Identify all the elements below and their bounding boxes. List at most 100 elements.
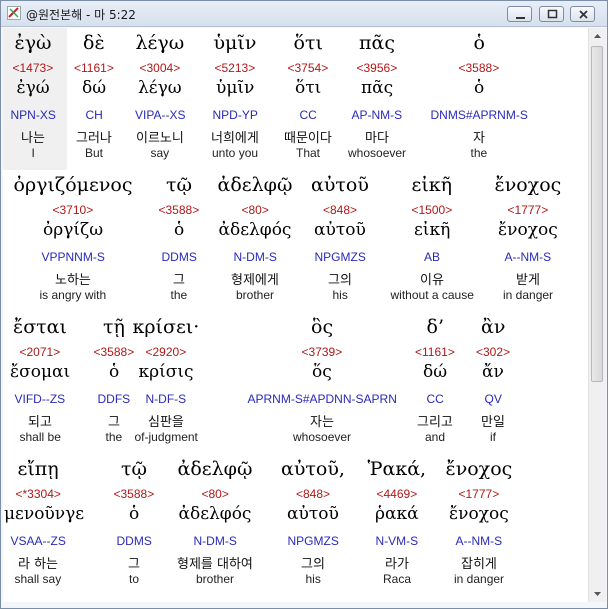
- greek-word[interactable]: τῷ: [166, 174, 192, 196]
- korean-gloss: 마다: [365, 131, 389, 146]
- english-gloss: whosoever: [293, 430, 352, 444]
- maximize-button[interactable]: [539, 6, 564, 22]
- strongs-number: <1473>: [12, 61, 54, 75]
- lexical-form: ἄν: [482, 362, 504, 382]
- parsing-code: NPGMZS: [287, 534, 339, 548]
- english-gloss: I: [31, 146, 35, 160]
- lexical-form: ὑμῖν: [216, 78, 255, 98]
- strongs-number: <302>: [476, 345, 511, 359]
- vertical-scrollbar[interactable]: [588, 28, 606, 602]
- greek-word[interactable]: ἔσται: [13, 316, 67, 338]
- lexical-form: ῥακά: [375, 504, 419, 524]
- strongs-number: <1161>: [415, 345, 455, 359]
- greek-word[interactable]: τῷ: [121, 458, 147, 480]
- strongs-number: <3956>: [356, 61, 398, 75]
- lexical-form: ὁ: [129, 504, 140, 524]
- lexical-form: ἔνοχος: [449, 504, 509, 524]
- korean-gloss: 그의: [328, 273, 352, 288]
- greek-word[interactable]: λέγω: [136, 32, 185, 54]
- greek-word[interactable]: ἀδελφῷ: [218, 174, 293, 196]
- parsing-code: DDMS: [161, 250, 197, 264]
- strongs-number: <*3304>: [15, 487, 61, 501]
- korean-gloss: 잡히게: [461, 557, 497, 572]
- close-icon: [579, 10, 588, 19]
- parsing-code: AB: [424, 250, 441, 264]
- app-window: @원전본해 - 마 5:22 ἐγὼ <1473> ἐγώ NPN-XS 나는 Iδὲ <1…: [0, 0, 608, 609]
- korean-gloss: 이르노니: [136, 131, 184, 146]
- lexical-form: μενοῦνγε: [4, 504, 85, 524]
- korean-gloss: 되고: [28, 415, 52, 430]
- lexical-form: ἔνοχος: [498, 220, 558, 240]
- korean-gloss: 그: [128, 557, 140, 572]
- parsing-code: CH: [85, 108, 103, 122]
- korean-gloss: 형제에게: [231, 273, 279, 288]
- korean-gloss: 그러나: [76, 131, 112, 146]
- parsing-code: AP-NM-S: [351, 108, 403, 122]
- korean-gloss: 그: [173, 273, 185, 288]
- lexical-form: αὐτοῦ: [287, 504, 339, 524]
- strongs-number: <1500>: [411, 203, 453, 217]
- parsing-code: VIFD--ZS: [14, 392, 66, 406]
- greek-word[interactable]: ἂν: [481, 316, 505, 338]
- greek-word[interactable]: εἴπῃ: [18, 458, 59, 480]
- english-gloss: his: [332, 288, 348, 302]
- parsing-code: APRNM-S#APDNN-SAPRN: [247, 392, 397, 406]
- english-gloss: if: [490, 430, 496, 444]
- korean-gloss: 그: [108, 415, 120, 430]
- english-gloss: the: [105, 430, 123, 444]
- greek-word[interactable]: ἀδελφῷ: [178, 458, 253, 480]
- greek-word[interactable]: Ῥακά,: [368, 458, 427, 480]
- english-gloss: brother: [196, 572, 235, 586]
- scroll-thumb[interactable]: [591, 46, 603, 382]
- greek-word[interactable]: ἔνοχος: [446, 458, 513, 480]
- lexical-form: ὅς: [312, 362, 332, 382]
- greek-word[interactable]: ὅτι: [294, 32, 323, 54]
- greek-word[interactable]: πᾶς: [359, 32, 395, 54]
- greek-word[interactable]: ὀργιζόμενος: [14, 174, 133, 196]
- parsing-code: VSAA--ZS: [10, 534, 66, 548]
- parsing-code: DDMS: [116, 534, 152, 548]
- korean-gloss: 이유: [420, 273, 444, 288]
- minimize-button[interactable]: [507, 6, 532, 22]
- korean-gloss: 그리고: [417, 415, 453, 430]
- parsing-code: NPD-YP: [212, 108, 258, 122]
- strongs-number: <5213>: [214, 61, 256, 75]
- strongs-number: <848>: [296, 487, 331, 501]
- strongs-number: <1161>: [74, 61, 114, 75]
- greek-word[interactable]: αὐτοῦ: [311, 174, 369, 196]
- parsing-code: VPPNNM-S: [41, 250, 105, 264]
- greek-word[interactable]: δ’: [427, 316, 444, 338]
- greek-word[interactable]: ἐγὼ: [15, 32, 52, 54]
- strongs-number: <848>: [323, 203, 358, 217]
- parsing-code: N-VM-S: [375, 534, 419, 548]
- strongs-number: <3004>: [139, 61, 181, 75]
- parsing-code: CC: [299, 108, 317, 122]
- greek-word[interactable]: ὑμῖν: [214, 32, 257, 54]
- lexical-form: λέγω: [138, 78, 182, 98]
- greek-word[interactable]: ὁ: [474, 32, 485, 54]
- parsing-code: VIPA--XS: [135, 108, 186, 122]
- greek-word[interactable]: εἰκῆ: [412, 174, 453, 196]
- lexical-form: πᾶς: [361, 78, 394, 98]
- lexical-form: ἀδελφός: [178, 504, 252, 524]
- window-title: @원전본해 - 마 5:22: [26, 8, 136, 22]
- interlinear-text-area[interactable]: ἐγὼ <1473> ἐγώ NPN-XS 나는 Iδὲ <1161> δώ CH 그러나 But λ…: [3, 28, 588, 602]
- english-gloss: whosoever: [348, 146, 407, 160]
- greek-word[interactable]: αὐτοῦ,: [281, 458, 345, 480]
- greek-word[interactable]: ἔνοχος: [495, 174, 562, 196]
- english-gloss: to: [129, 572, 140, 586]
- greek-word[interactable]: δὲ: [83, 32, 105, 54]
- scroll-up-arrow-icon[interactable]: [589, 28, 606, 45]
- english-gloss: But: [85, 146, 104, 160]
- title-bar[interactable]: @원전본해 - 마 5:22: [1, 1, 607, 27]
- korean-gloss: 받게: [516, 273, 540, 288]
- english-gloss: the: [170, 288, 188, 302]
- greek-word[interactable]: ὃς: [311, 316, 333, 338]
- english-gloss: and: [425, 430, 446, 444]
- parsing-code: N-DM-S: [233, 250, 277, 264]
- close-button[interactable]: [570, 6, 595, 22]
- english-gloss: is angry with: [39, 288, 107, 302]
- greek-word[interactable]: τῇ: [103, 316, 125, 338]
- greek-word[interactable]: κρίσει·: [133, 316, 200, 338]
- scroll-down-arrow-icon[interactable]: [589, 585, 606, 602]
